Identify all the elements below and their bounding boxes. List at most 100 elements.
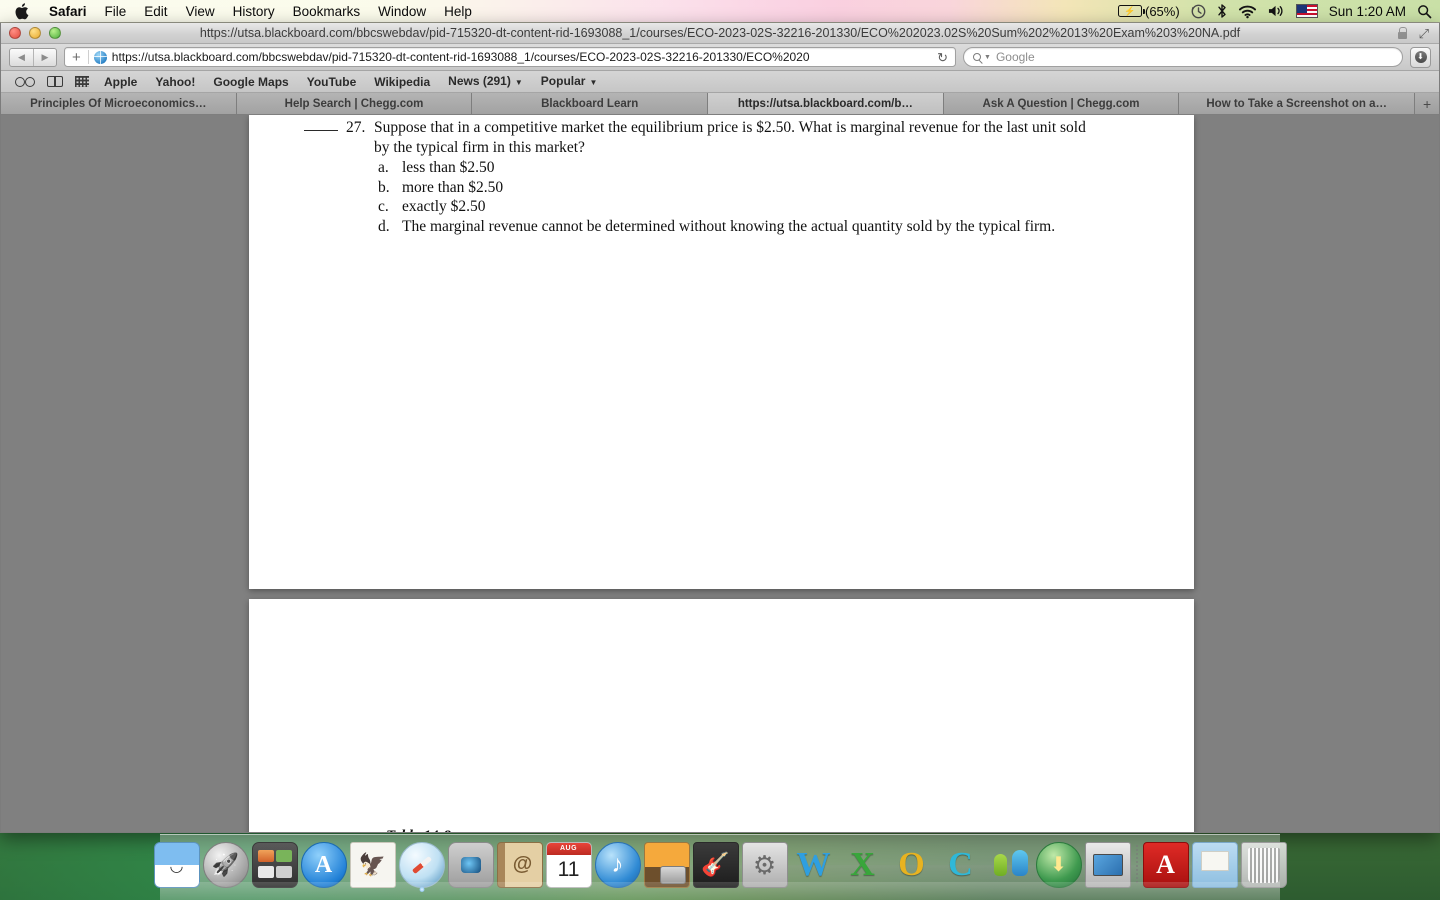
dock-item-launchpad[interactable] — [202, 841, 249, 888]
dock-item-finder[interactable] — [153, 841, 200, 888]
wifi-icon[interactable] — [1238, 4, 1257, 19]
navigation-buttons: ◀ ▶ — [9, 47, 57, 67]
dock-item-safari[interactable] — [398, 841, 445, 892]
dock-item-microsoft-word[interactable]: W — [791, 842, 837, 888]
question-number: 27. — [346, 119, 366, 136]
bookmark-youtube[interactable]: YouTube — [298, 71, 366, 93]
dock-item-system-preferences[interactable] — [741, 841, 788, 888]
site-globe-icon — [93, 50, 107, 64]
tab-utsa-blackboard-pdf[interactable]: https://utsa.blackboard.com/b… — [708, 93, 944, 114]
add-bookmark-button[interactable]: + — [70, 50, 83, 65]
volume-icon[interactable] — [1268, 4, 1285, 18]
us-flag-icon[interactable] — [1295, 4, 1318, 18]
menu-item-help[interactable]: Help — [435, 0, 481, 23]
tab-principles-of-microeconomics[interactable]: Principles Of Microeconomics… — [1, 93, 237, 114]
chevron-down-icon[interactable]: ▼ — [984, 54, 991, 61]
menu-item-file[interactable]: File — [96, 0, 136, 23]
chevron-down-icon: ▼ — [514, 77, 523, 87]
tab-how-to-take-a-screenshot[interactable]: How to Take a Screenshot on a… — [1179, 93, 1416, 114]
bookmark-news[interactable]: News (291) ▼ — [439, 70, 532, 94]
divider — [87, 50, 89, 64]
menu-item-bookmarks[interactable]: Bookmarks — [284, 0, 370, 23]
choice-text: exactly $2.50 — [402, 198, 486, 215]
table-14-8-block: Table 14-8 Suppose that a firm in a comp… — [386, 827, 1006, 832]
bookmark-popular[interactable]: Popular ▼ — [532, 70, 607, 94]
minimize-button[interactable] — [29, 27, 41, 39]
close-button[interactable] — [9, 27, 21, 39]
pdf-viewer-content[interactable]: 27. Suppose that in a competitive market… — [1, 115, 1439, 832]
tab-ask-a-question-chegg[interactable]: Ask A Question | Chegg.com — [943, 93, 1180, 114]
dock-item-microsoft-excel[interactable]: X — [840, 842, 886, 888]
tab-label: Principles Of Microeconomics… — [30, 97, 207, 110]
reload-icon[interactable]: ↻ — [934, 51, 951, 64]
bluetooth-icon[interactable] — [1217, 3, 1227, 19]
tab-help-search-chegg[interactable]: Help Search | Chegg.com — [236, 93, 473, 114]
bookmark-yahoo[interactable]: Yahoo! — [146, 71, 204, 93]
choice-letter: d. — [378, 217, 390, 235]
dock-item-messenger[interactable] — [987, 842, 1033, 888]
bookmark-news-label: News (291) — [448, 73, 511, 88]
bookmark-google-maps[interactable]: Google Maps — [204, 71, 297, 93]
tab-label: https://utsa.blackboard.com/b… — [737, 97, 913, 110]
menu-item-edit[interactable]: Edit — [135, 0, 176, 23]
fullscreen-icon[interactable]: ⤢ — [1419, 27, 1429, 40]
table-title: Table 14-8 — [386, 827, 1006, 832]
search-field[interactable]: ▼ Google — [963, 47, 1403, 67]
dock-item-microsoft-powerpoint[interactable]: O — [889, 842, 935, 888]
lock-icon — [1397, 27, 1408, 39]
choice-c: c. exactly $2.50 — [374, 197, 1104, 217]
downloads-icon: ⬇ — [1414, 51, 1427, 63]
menu-item-history[interactable]: History — [224, 0, 284, 23]
bookmark-apple[interactable]: Apple — [95, 71, 146, 93]
dock-item-remote-desktop[interactable] — [1084, 841, 1131, 888]
dock-item-garageband[interactable] — [692, 841, 739, 888]
battery-status-item[interactable]: ⚡ (65%) — [1118, 4, 1180, 19]
dock-item-downloads-folder[interactable] — [1191, 841, 1238, 888]
running-indicator — [419, 886, 424, 892]
dock-item-iphoto[interactable] — [643, 841, 690, 888]
apple-menu-icon[interactable] — [14, 2, 29, 20]
search-input[interactable]: Google — [996, 50, 1035, 64]
choice-a: a. less than $2.50 — [374, 158, 1104, 178]
back-button[interactable]: ◀ — [10, 49, 33, 66]
spotlight-search-icon[interactable] — [1417, 4, 1432, 19]
address-bar-input[interactable]: https://utsa.blackboard.com/bbcswebdav/p… — [112, 50, 929, 64]
address-bar[interactable]: + https://utsa.blackboard.com/bbcswebdav… — [64, 47, 956, 67]
answer-blank-line — [304, 130, 338, 131]
macos-menu-bar: Safari File Edit View History Bookmarks … — [0, 0, 1440, 23]
downloads-button[interactable]: ⬇ — [1410, 46, 1431, 68]
top-sites-grid-icon[interactable] — [69, 76, 95, 87]
dock-item-mission-control[interactable] — [251, 841, 298, 888]
calendar-day-label: 11 — [557, 858, 580, 881]
menu-item-safari[interactable]: Safari — [40, 0, 96, 23]
tab-blackboard-learn[interactable]: Blackboard Learn — [472, 93, 709, 114]
new-tab-button[interactable]: + — [1415, 93, 1439, 114]
dock-item-contacts[interactable] — [496, 841, 543, 888]
dock-item-app-store[interactable] — [300, 841, 347, 888]
menu-item-view[interactable]: View — [177, 0, 224, 23]
dock-item-downloader[interactable] — [1035, 841, 1082, 888]
bookmark-wikipedia[interactable]: Wikipedia — [365, 71, 439, 93]
menu-bar-clock[interactable]: Sun 1:20 AM — [1329, 4, 1406, 19]
dock-item-calendar[interactable]: AUG 11 — [545, 841, 592, 888]
chevron-down-icon: ▼ — [589, 77, 598, 87]
question-choices: a. less than $2.50 b. more than $2.50 c.… — [374, 158, 1104, 236]
dock-item-mail[interactable] — [349, 841, 396, 888]
dock-item-adobe-acrobat[interactable] — [1142, 841, 1189, 888]
choice-d: d. The marginal revenue cannot be determ… — [374, 217, 1104, 237]
time-machine-icon[interactable] — [1191, 4, 1206, 19]
tab-label: Help Search | Chegg.com — [284, 97, 424, 110]
book-icon[interactable] — [41, 75, 69, 87]
menu-item-window[interactable]: Window — [369, 0, 435, 23]
dock-item-trash[interactable] — [1240, 841, 1287, 888]
pdf-page: 27. Suppose that in a competitive market… — [249, 115, 1194, 589]
dock-item-microsoft-entourage[interactable]: C — [938, 842, 984, 888]
dock-item-facetime[interactable] — [447, 841, 494, 888]
tab-label: Ask A Question | Chegg.com — [982, 97, 1140, 110]
window-title-bar[interactable]: https://utsa.blackboard.com/bbcswebdav/p… — [1, 23, 1439, 44]
reader-glasses-icon[interactable] — [9, 77, 41, 87]
forward-button[interactable]: ▶ — [33, 48, 56, 66]
zoom-button[interactable] — [49, 27, 61, 39]
menu-bar-status-items: ⚡ (65%) Sun 1:20 AM — [1118, 3, 1440, 19]
dock-item-itunes[interactable] — [594, 841, 641, 888]
